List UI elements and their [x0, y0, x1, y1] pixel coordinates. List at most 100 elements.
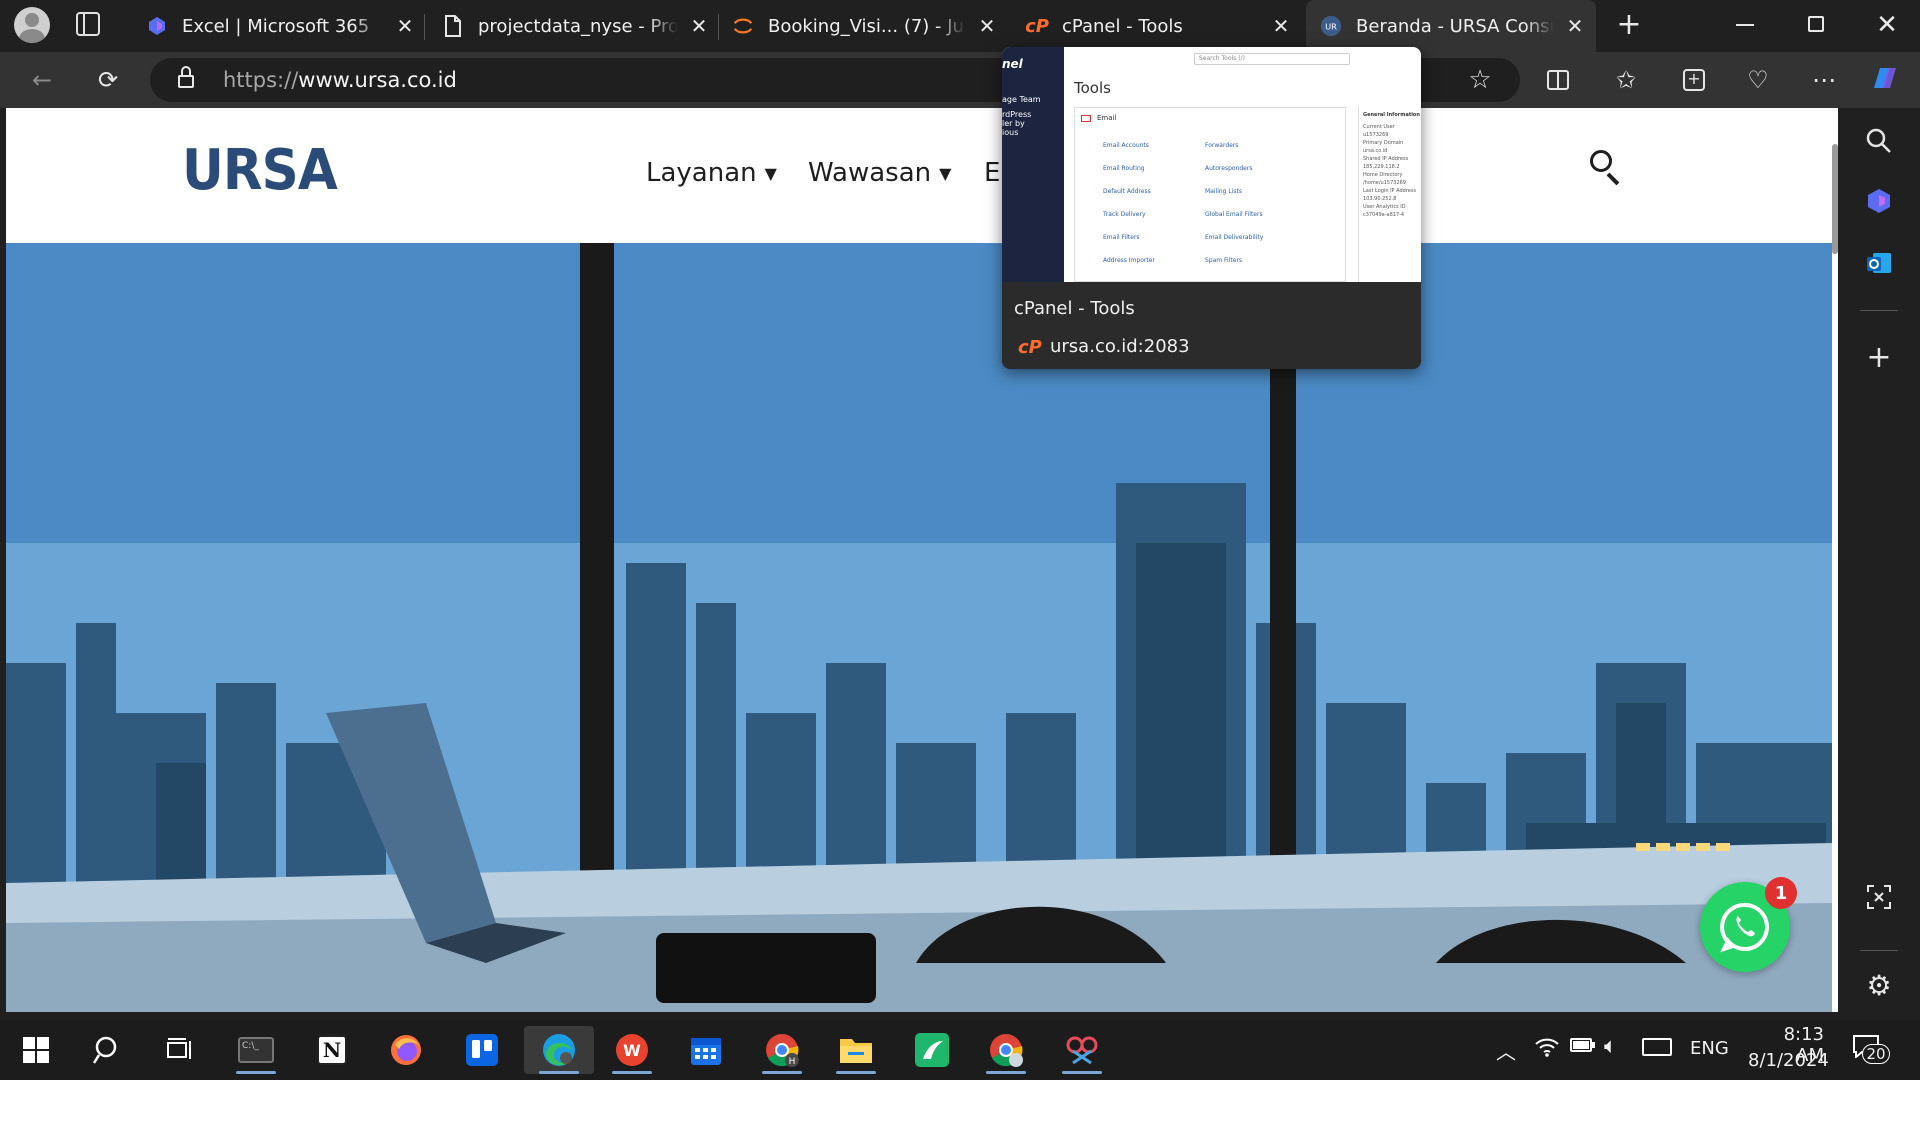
edge-sidebar: + ⚙: [1838, 108, 1920, 1020]
language-indicator[interactable]: ENG: [1690, 1038, 1729, 1059]
notification-center-icon[interactable]: 20: [1852, 1034, 1892, 1066]
wps-office-icon[interactable]: W: [604, 1026, 660, 1074]
svg-text:UR: UR: [1325, 22, 1337, 32]
whatsapp-icon: [1720, 902, 1769, 953]
wifi-icon[interactable]: [1534, 1034, 1560, 1063]
clock-date[interactable]: 8/1/2024: [1748, 1050, 1829, 1071]
cpanel-info-line: Last Login IP Address: [1363, 188, 1417, 194]
start-windows-icon[interactable]: [8, 1026, 64, 1074]
tab-jupyter[interactable]: Booking_Visi... (7) - Jupy ✕: [732, 6, 998, 46]
keyboard-icon[interactable]: [1642, 1038, 1672, 1056]
tab-ursa[interactable]: UR Beranda - URSA Consulti ✕: [1306, 0, 1596, 52]
back-button[interactable]: ←: [24, 62, 60, 98]
restore-button[interactable]: [1808, 16, 1824, 32]
search-icon[interactable]: [1860, 122, 1898, 160]
bottom-blank-area: [0, 1080, 1920, 1128]
firefox-icon[interactable]: [378, 1026, 434, 1074]
search-icon[interactable]: [80, 1026, 136, 1074]
notion-icon[interactable]: N: [304, 1026, 360, 1074]
cpanel-tool: Email Deliverability: [1205, 234, 1264, 241]
nav-item-e[interactable]: E: [984, 158, 1000, 188]
add-icon[interactable]: +: [1860, 338, 1898, 376]
cpanel-section-header: Email: [1081, 114, 1116, 122]
cpanel-sidebar-text: ious: [1002, 128, 1019, 137]
refresh-button[interactable]: ⟳: [90, 62, 126, 98]
tab-cpanel[interactable]: cP cPanel - Tools ✕: [1026, 6, 1292, 46]
tab-excel[interactable]: Excel | Microsoft 365 ✕: [146, 6, 416, 46]
cpanel-search-placeholder: Search Tools (/): [1199, 55, 1245, 62]
svg-text:H: H: [789, 1057, 796, 1067]
minimize-button[interactable]: [1736, 24, 1754, 26]
close-icon[interactable]: ✕: [1270, 14, 1292, 38]
browser-toolbar: ← ⟳ https://www.ursa.co.id ☆ ✩ + ♡ ⋯: [0, 52, 1920, 108]
cpanel-sidebar-text: ler by: [1002, 119, 1025, 128]
cpanel-info-line: 103.90.252.8: [1363, 196, 1397, 202]
copilot-icon[interactable]: [1866, 60, 1902, 96]
collections-icon[interactable]: +: [1676, 62, 1712, 98]
cpanel-info-line: User Analytics ID: [1363, 204, 1406, 210]
cpanel-info-line: Primary Domain: [1363, 140, 1404, 146]
new-tab-button[interactable]: +: [1614, 8, 1644, 42]
lock-icon[interactable]: [178, 66, 194, 88]
nav-label: Layanan: [646, 158, 757, 188]
mail-icon: [1081, 114, 1091, 122]
close-icon[interactable]: ✕: [688, 14, 710, 38]
close-window-button[interactable]: ✕: [1874, 8, 1900, 42]
favorites-icon[interactable]: ✩: [1608, 62, 1644, 98]
edge-icon[interactable]: [524, 1026, 594, 1074]
cpanel-sidebar-text: rdPress: [1002, 110, 1032, 119]
volume-icon[interactable]: 🔈︎: [1604, 1034, 1617, 1059]
cpanel-icon: cP: [1026, 15, 1049, 37]
cpanel-heading: Tools: [1074, 79, 1111, 97]
tab-projectdata[interactable]: projectdata_nyse - Proje ✕: [442, 6, 710, 46]
favorite-star-icon[interactable]: ☆: [1462, 62, 1498, 98]
cpanel-info-line: Home Directory: [1363, 172, 1403, 178]
document-icon: [442, 15, 464, 37]
tab-preview-popup[interactable]: nel age Team rdPress ler by ious Search …: [1002, 47, 1421, 369]
windows-taskbar: C:\_ N W H ︿ 🔈︎ ENG 8:13 AM 8/1/2024 20: [0, 1020, 1920, 1080]
browser-essentials-icon[interactable]: ♡: [1740, 62, 1776, 98]
nav-item-layanan[interactable]: Layanan ▼: [646, 158, 777, 188]
close-icon[interactable]: ✕: [1564, 14, 1586, 38]
tab-actions-icon[interactable]: [76, 12, 100, 36]
calendar-icon[interactable]: [678, 1026, 734, 1074]
url-text[interactable]: https://www.ursa.co.id: [223, 68, 457, 92]
cpanel-tool: Forwarders: [1205, 142, 1239, 149]
jupyter-icon: [732, 15, 754, 37]
tab-strip: Excel | Microsoft 365 ✕ projectdata_nyse…: [0, 0, 1920, 52]
close-icon[interactable]: ✕: [394, 14, 416, 38]
split-screen-icon[interactable]: [1540, 62, 1576, 98]
outlook-icon[interactable]: [1860, 244, 1898, 282]
close-icon[interactable]: ✕: [976, 14, 998, 38]
notification-badge: 1: [1765, 877, 1797, 909]
cpanel-info-line: c37049a-a817-4: [1363, 212, 1405, 218]
task-view-icon[interactable]: [152, 1026, 208, 1074]
green-app-icon[interactable]: [904, 1026, 960, 1074]
snipping-tool-icon[interactable]: [1054, 1026, 1110, 1074]
tab-separator: [424, 14, 425, 40]
tab-separator: [718, 14, 719, 40]
chrome-icon[interactable]: H: [754, 1026, 810, 1074]
tab-title: Excel | Microsoft 365: [182, 15, 370, 37]
profile-avatar[interactable]: [14, 7, 50, 43]
search-icon[interactable]: [1588, 148, 1624, 186]
site-logo[interactable]: URSA: [182, 138, 338, 203]
file-explorer-icon[interactable]: [828, 1026, 884, 1074]
chrome-profile-icon[interactable]: [978, 1026, 1034, 1074]
tab-title: Beranda - URSA Consulti: [1356, 15, 1554, 37]
more-menu-icon[interactable]: ⋯: [1806, 62, 1842, 98]
copilot-icon[interactable]: [1860, 182, 1898, 220]
cpanel-info-line: 185.229.118.2: [1363, 164, 1400, 170]
cpanel-info-line: /home/u1573269: [1363, 180, 1406, 186]
cpanel-email-panel: Email Email Accounts Email Routing Defau…: [1074, 107, 1346, 282]
show-hidden-icons-chevron-up-icon[interactable]: ︿: [1496, 1036, 1516, 1065]
battery-icon[interactable]: [1570, 1038, 1595, 1052]
nav-item-wawasan[interactable]: Wawasan ▼: [808, 158, 951, 188]
trello-icon[interactable]: [454, 1026, 510, 1074]
screenshot-icon[interactable]: [1860, 878, 1898, 916]
cpanel-info-line: u1573269: [1363, 132, 1389, 138]
cpanel-tools-right: Forwarders Autoresponders Mailing Lists …: [1183, 134, 1333, 272]
settings-gear-icon[interactable]: ⚙: [1860, 966, 1898, 1004]
terminal-icon[interactable]: C:\_: [228, 1026, 284, 1074]
url-protocol: https://: [223, 68, 299, 92]
